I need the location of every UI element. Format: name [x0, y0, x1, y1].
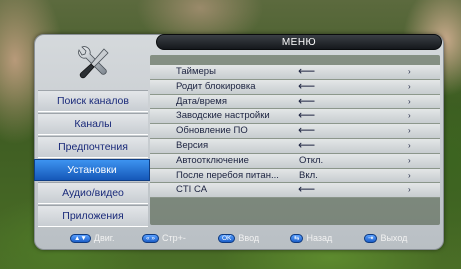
- hint-ok-label: Ввод: [238, 233, 260, 243]
- row-label: После перебоя питан...: [176, 169, 279, 181]
- chevron-right-icon: ›: [408, 185, 411, 195]
- back-key-icon: ⇆: [290, 233, 304, 243]
- hint-move: ▲▼ Двиг.: [70, 230, 114, 246]
- row-label: Заводские настройки: [176, 110, 270, 122]
- enter-arrow-icon: ⟵: [298, 138, 316, 152]
- chevron-right-icon: ›: [408, 155, 411, 165]
- hint-back-label: Назад: [306, 233, 333, 243]
- power-recovery-value: Вкл.: [299, 169, 318, 181]
- enter-arrow-icon: ⟵: [298, 182, 316, 197]
- settings-row-power-recovery[interactable]: После перебоя питан... Вкл. ›: [150, 168, 440, 184]
- settings-row-parental-lock[interactable]: Родит блокировка ⟵ ›: [150, 78, 440, 95]
- settings-row-timers[interactable]: Таймеры ⟵ ›: [150, 65, 440, 80]
- chevron-right-icon: ›: [408, 141, 411, 150]
- chevron-right-icon: ›: [408, 126, 411, 136]
- sidebar-item-settings[interactable]: Установки: [34, 159, 150, 181]
- row-label: CTI CA: [176, 184, 208, 196]
- menu-title: МЕНЮ: [156, 34, 442, 50]
- key-hints-bar: ▲▼ Двиг. « » Стр+- OK Ввод ⇆ Назад ⇥ Вых…: [40, 230, 440, 246]
- page-key-icon: « »: [142, 233, 160, 243]
- settings-row-date-time[interactable]: Дата/время ⟵ ›: [150, 93, 440, 110]
- chevron-right-icon: ›: [408, 96, 411, 106]
- hint-move-label: Двиг.: [93, 233, 115, 243]
- row-label: Дата/время: [176, 95, 227, 107]
- enter-arrow-icon: ⟵: [298, 93, 316, 108]
- settings-row-auto-off[interactable]: Автоотключение Откл. ›: [150, 153, 440, 169]
- sidebar-item-channel-search[interactable]: Поиск каналов: [38, 90, 148, 112]
- sidebar-item-channels[interactable]: Каналы: [38, 113, 148, 135]
- sidebar-item-preferences[interactable]: Предпочтения: [38, 136, 148, 158]
- chevron-right-icon: ›: [408, 111, 411, 121]
- enter-arrow-icon: ⟵: [298, 108, 316, 123]
- settings-row-software-update[interactable]: Обновление ПО ⟵ ›: [150, 124, 440, 139]
- settings-logo: [38, 40, 148, 86]
- ok-key-icon: OK: [218, 233, 236, 243]
- enter-arrow-icon: ⟵: [298, 64, 316, 78]
- exit-key-icon: ⇥: [364, 233, 378, 243]
- up-down-key-icon: ▲▼: [70, 233, 91, 243]
- hint-exit-label: Выход: [380, 233, 408, 243]
- row-label: Автоотключение: [176, 154, 249, 166]
- chevron-right-icon: ›: [408, 67, 411, 76]
- auto-off-value: Откл.: [299, 154, 324, 166]
- hint-ok: OK Ввод: [218, 230, 259, 246]
- enter-arrow-icon: ⟵: [298, 123, 316, 138]
- hint-page-label: Стр+-: [162, 233, 186, 243]
- chevron-right-icon: ›: [408, 170, 411, 180]
- settings-row-version[interactable]: Версия ⟵ ›: [150, 139, 440, 154]
- hint-exit: ⇥ Выход: [364, 230, 407, 246]
- settings-row-ci-ca[interactable]: CTI CA ⟵ ›: [150, 182, 440, 199]
- row-label: Родит блокировка: [176, 80, 256, 92]
- wrench-screwdriver-icon: [78, 46, 109, 79]
- sidebar-item-applications[interactable]: Приложения: [38, 205, 148, 227]
- chevron-right-icon: ›: [408, 81, 411, 91]
- row-label: Версия: [176, 140, 209, 151]
- sidebar-item-audio-video[interactable]: Аудио/видео: [38, 182, 148, 204]
- settings-row-factory-reset[interactable]: Заводские настройки ⟵ ›: [150, 108, 440, 125]
- hint-back: ⇆ Назад: [290, 230, 332, 246]
- row-label: Таймеры: [176, 66, 216, 77]
- row-label: Обновление ПО: [176, 125, 248, 137]
- hint-page: « » Стр+-: [142, 230, 186, 246]
- enter-arrow-icon: ⟵: [298, 78, 316, 93]
